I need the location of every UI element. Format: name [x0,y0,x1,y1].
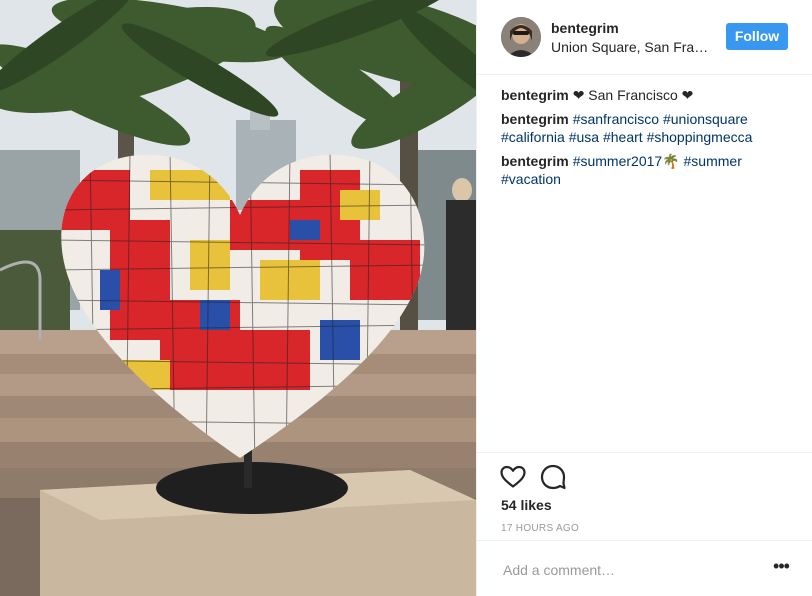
post-header: bentegrim Union Square, San Francisco Fo… [477,0,812,75]
hashtag-link[interactable]: #summer2017 [573,153,663,169]
comment-line: bentegrim ❤ San Francisco ❤ [501,86,791,104]
speech-bubble-icon [540,464,566,490]
post-photo[interactable] [0,0,476,596]
hashtag-link[interactable]: #usa [569,129,599,145]
comment-text: ❤ San Francisco ❤ [572,87,694,103]
comment-author-link[interactable]: bentegrim [501,87,569,103]
hashtag-link[interactable]: #unionsquare [663,111,748,127]
hashtag-link[interactable]: #california [501,129,565,145]
location-link[interactable]: Union Square, San Francisco [551,38,711,56]
user-block: bentegrim Union Square, San Francisco [551,20,711,56]
avatar[interactable] [501,17,541,57]
comment-text: 🌴 [662,153,684,169]
post-timestamp[interactable]: 17 HOURS AGO [501,523,579,534]
instagram-post-window: bentegrim Union Square, San Francisco Fo… [0,0,812,596]
profile-photo [501,17,541,57]
username-link[interactable]: bentegrim [551,20,711,37]
ellipsis-icon[interactable]: ••• [769,557,793,579]
post-side-panel: bentegrim Union Square, San Francisco Fo… [476,0,812,596]
comment-button[interactable] [539,463,567,491]
comment-line: bentegrim #sanfrancisco #unionsquare #cal… [501,110,791,146]
comment-line: bentegrim #summer2017🌴 #summer #vacation [501,152,791,188]
hashtag-link[interactable]: #vacation [501,171,561,187]
hashtag-link[interactable]: #sanfrancisco [573,111,659,127]
comment-author-link[interactable]: bentegrim [501,153,569,169]
add-comment-bar: ••• [477,540,812,596]
hashtag-link[interactable]: #heart [603,129,643,145]
likes-count[interactable]: 54 likes [501,497,552,513]
heart-outline-icon [500,465,526,488]
hashtag-link[interactable]: #summer [684,153,742,169]
heart-sculpture-photo [0,0,476,596]
like-button[interactable] [499,463,527,491]
hashtag-link[interactable]: #shoppingmecca [647,129,753,145]
follow-button[interactable]: Follow [726,23,788,50]
comment-input[interactable] [501,555,765,585]
caption-comments: bentegrim ❤ San Francisco ❤ bentegrim #sanf… [501,86,791,194]
post-actions: 54 likes 17 HOURS AGO [477,452,812,534]
comment-author-link[interactable]: bentegrim [501,111,569,127]
